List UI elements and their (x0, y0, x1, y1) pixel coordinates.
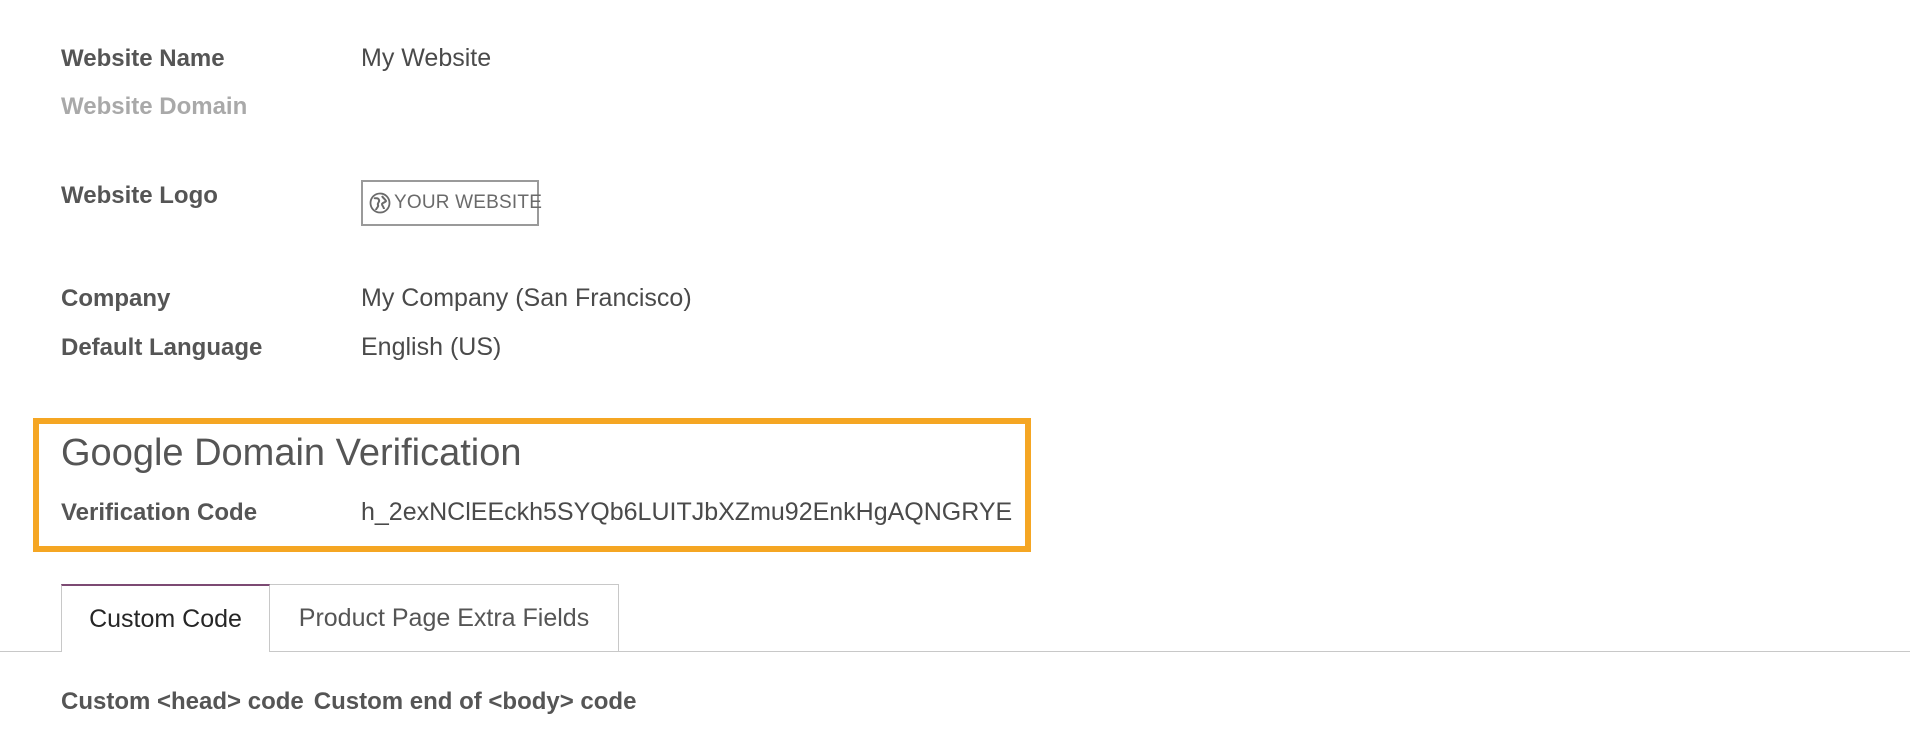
google-verification-title: Google Domain Verification (61, 432, 522, 474)
default-language-label: Default Language (61, 334, 263, 361)
verification-code-row: Verification Code h_2exNClEEckh5SYQb6LUI… (61, 498, 1012, 527)
website-name-row: Website Name My Website (61, 44, 491, 73)
custom-code-labels: Custom <head> code Custom end of <body> … (61, 688, 636, 716)
website-domain-label: Website Domain (61, 93, 248, 120)
website-logo-label: Website Logo (61, 182, 218, 209)
custom-head-code-label: Custom <head> code (61, 688, 304, 715)
company-label: Company (61, 285, 171, 312)
globe-icon (369, 192, 391, 214)
tab-product-page-extra-fields[interactable]: Product Page Extra Fields (270, 584, 619, 651)
tab-custom-code[interactable]: Custom Code (61, 584, 270, 652)
verification-code-value[interactable]: h_2exNClEEckh5SYQb6LUITJbXZmu92EnkHgAQNG… (361, 498, 1012, 527)
company-value[interactable]: My Company (San Francisco) (361, 284, 692, 313)
website-logo-image[interactable]: YOUR WEBSITE (361, 180, 543, 226)
default-language-row: Default Language English (US) (61, 333, 501, 362)
website-name-label: Website Name (61, 45, 225, 72)
website-logo-row: Website Logo (61, 182, 361, 210)
website-settings-page: Website Name My Website Website Domain W… (0, 0, 1910, 756)
website-domain-row: Website Domain (61, 93, 361, 121)
website-name-value[interactable]: My Website (361, 44, 491, 73)
notebook-tabs: Custom Code Product Page Extra Fields (61, 584, 619, 652)
verification-code-label: Verification Code (61, 499, 258, 526)
company-row: Company My Company (San Francisco) (61, 284, 692, 313)
default-language-value[interactable]: English (US) (361, 333, 501, 362)
custom-body-code-label: Custom end of <body> code (313, 688, 637, 715)
logo-text: YOUR WEBSITE (394, 192, 543, 213)
